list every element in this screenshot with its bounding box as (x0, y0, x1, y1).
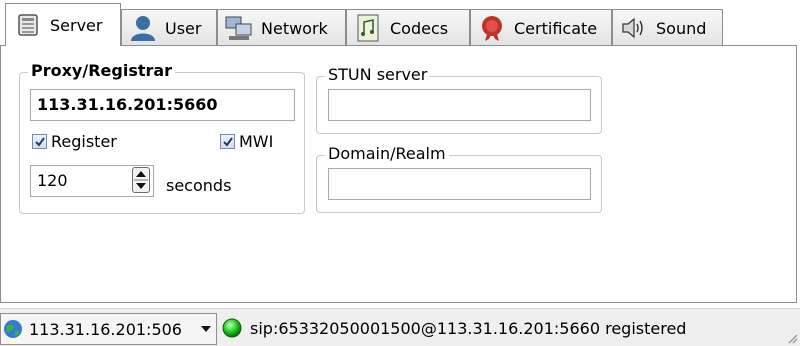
server-settings-pane: Proxy/Registrar 113.31.16.201:5660 Regis… (0, 45, 797, 303)
tab-label: Codecs (390, 18, 449, 38)
seconds-label: seconds (166, 176, 232, 195)
tab-user[interactable]: User (121, 9, 217, 46)
user-icon (129, 14, 157, 42)
globe-icon (4, 320, 22, 338)
account-select-value: 113.31.16.201:506 (29, 319, 182, 339)
tab-sound[interactable]: Sound (612, 9, 723, 46)
proxy-registrar-group: Proxy/Registrar 113.31.16.201:5660 Regis… (19, 62, 305, 214)
tab-certificate[interactable]: Certificate (470, 9, 612, 46)
sound-icon (620, 14, 648, 42)
tab-label: Server (50, 15, 103, 35)
chevron-down-icon[interactable] (201, 325, 211, 333)
registration-status-text: sip:65332050001500@113.31.16.201:5660 re… (250, 319, 687, 338)
registration-status-icon (222, 318, 242, 338)
proxy-registrar-title: Proxy/Registrar (28, 62, 176, 80)
mwi-checkbox[interactable] (220, 134, 235, 149)
register-checkbox-row[interactable]: Register (32, 132, 117, 151)
register-checkbox[interactable] (32, 134, 47, 149)
register-expire-value: 120 (37, 171, 68, 190)
codecs-icon (354, 14, 382, 42)
domain-realm-group: Domain/Realm (316, 145, 602, 213)
domain-realm-input[interactable] (328, 168, 591, 200)
expire-spinner[interactable] (132, 167, 150, 193)
mwi-checkbox-row[interactable]: MWI (220, 132, 273, 151)
register-label: Register (51, 132, 117, 151)
status-bar: 113.31.16.201:506 sip:65332050001500@113… (0, 308, 800, 346)
stun-server-input[interactable] (328, 89, 591, 121)
tab-strip: Server User Network Codecs Certificate S… (0, 0, 800, 46)
tab-server[interactable]: Server (5, 3, 121, 46)
tab-label: Sound (656, 18, 707, 38)
tab-codecs[interactable]: Codecs (346, 9, 470, 46)
tab-label: User (165, 18, 202, 38)
spinner-arrows-icon (134, 171, 148, 189)
certificate-icon (478, 14, 506, 42)
account-select[interactable]: 113.31.16.201:506 (0, 313, 217, 345)
tab-label: Network (261, 18, 328, 38)
resize-grip-icon[interactable] (786, 332, 798, 344)
stun-server-title: STUN server (325, 66, 431, 84)
proxy-address-input[interactable]: 113.31.16.201:5660 (30, 89, 295, 121)
tab-label: Certificate (514, 18, 598, 38)
server-icon (16, 13, 40, 37)
tab-network[interactable]: Network (217, 9, 346, 46)
domain-realm-title: Domain/Realm (325, 145, 449, 163)
network-icon (225, 14, 253, 42)
stun-server-group: STUN server (316, 66, 602, 134)
mwi-label: MWI (239, 132, 274, 151)
